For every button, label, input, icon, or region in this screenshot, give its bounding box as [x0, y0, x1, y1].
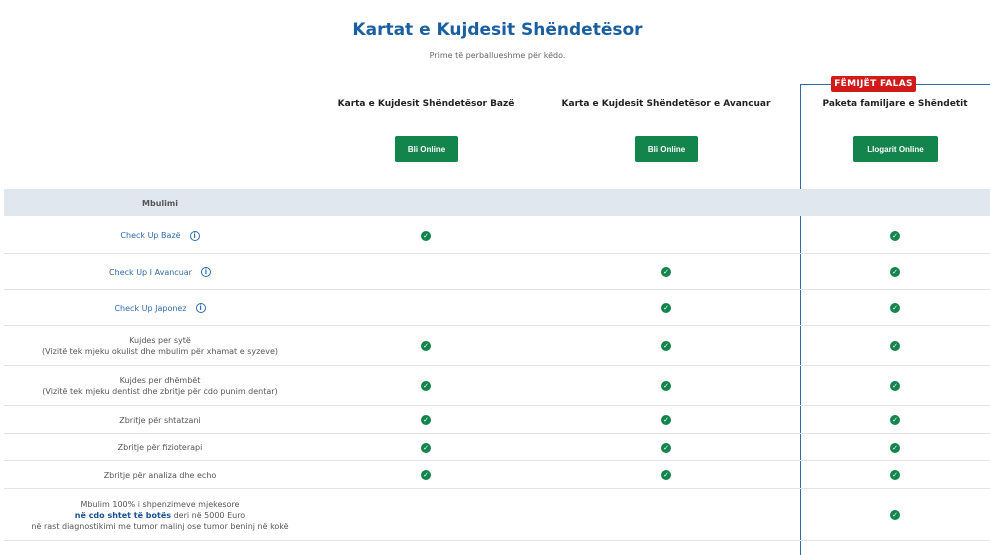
feature-label: Zbritje për shtatzani — [0, 415, 320, 426]
check-circle-icon: ✓ — [661, 415, 671, 425]
row-divider — [4, 540, 990, 541]
free-children-badge: FËMIJËT FALAS — [831, 76, 916, 92]
check-circle-icon: ✓ — [890, 510, 900, 520]
row-divider — [4, 289, 990, 290]
check-circle-icon: ✓ — [661, 470, 671, 480]
buy-online-basic-button[interactable]: Bli Online — [395, 136, 458, 162]
check-circle-icon: ✓ — [421, 230, 431, 241]
feature-name: Kujdes per sytë — [129, 336, 191, 345]
feature-name: Zbritje për shtatzani — [119, 415, 201, 425]
check-circle-icon: ✓ — [421, 415, 431, 425]
feature-name: Check Up Japonez — [114, 303, 187, 313]
feature-description: (Vizitë tek mjeku dentist dhe zbritje pë… — [42, 387, 278, 396]
buy-online-advanced-button[interactable]: Bli Online — [635, 136, 698, 162]
page-title: Kartat e Kujdesit Shëndetësor — [352, 20, 643, 40]
check-circle-icon: ✓ — [421, 381, 431, 391]
check-circle-icon: ✓ — [890, 267, 900, 277]
check-circle-icon: ✓ — [890, 303, 900, 313]
feature-label: Mbulim 100% i shpenzimeve mjekesore në cd… — [0, 499, 320, 532]
feature-label[interactable]: Check Up I Avancuar i — [0, 267, 320, 278]
plan-name-basic: Karta e Kujdesit Shëndetësor Bazë — [337, 99, 515, 109]
check-circle-icon: ✓ — [890, 415, 900, 425]
check-circle-icon: ✓ — [421, 470, 431, 480]
feature-label: Kujdes per dhëmbët (Vizitë tek mjeku dent… — [0, 375, 320, 397]
feature-description: në rast diagnostikimi me tumor malinj os… — [31, 521, 289, 531]
feature-label: Kujdes per sytë (Vizitë tek mjeku okulist… — [0, 335, 320, 357]
feature-label[interactable]: Check Up Bazë i — [0, 230, 320, 241]
info-icon[interactable]: i — [189, 230, 200, 241]
plan-name-family: Paketa familjare e Shëndetit — [822, 99, 968, 109]
feature-label[interactable]: Check Up Japonez i — [0, 303, 320, 314]
check-circle-icon: ✓ — [661, 381, 671, 391]
calculate-online-family-button[interactable]: Llogarit Online — [853, 136, 938, 162]
check-circle-icon: ✓ — [421, 341, 431, 351]
feature-label: Zbritje për fizioterapi — [0, 442, 320, 453]
check-circle-icon: ✓ — [890, 341, 900, 351]
row-divider — [4, 460, 990, 461]
check-circle-icon: ✓ — [661, 303, 671, 313]
check-circle-icon: ✓ — [661, 442, 671, 453]
page-subtitle: Prime të perballueshme për këdo. — [429, 51, 566, 60]
check-circle-icon: ✓ — [890, 442, 900, 453]
feature-name: Kujdes per dhëmbët — [119, 376, 201, 385]
check-circle-icon: ✓ — [661, 341, 671, 351]
row-divider — [4, 253, 990, 254]
feature-label: Zbritje për analiza dhe echo — [0, 470, 320, 481]
plan-name-advanced: Karta e Kujdesit Shëndetësor e Avancuar — [561, 99, 771, 109]
feature-name: Check Up Bazë — [120, 231, 181, 240]
row-divider — [4, 325, 990, 326]
feature-name: Zbritje për fizioterapi — [117, 443, 203, 452]
check-circle-icon: ✓ — [890, 470, 900, 480]
info-icon[interactable]: i — [200, 267, 211, 277]
feature-emphasis-tail: deri në 5000 Euro — [171, 510, 246, 520]
feature-name: Check Up I Avancuar — [109, 267, 192, 277]
row-divider — [4, 488, 990, 489]
check-circle-icon: ✓ — [421, 442, 431, 453]
feature-name: Mbulim 100% i shpenzimeve mjekesore — [80, 499, 240, 509]
feature-emphasis: në cdo shtet të botës — [74, 510, 172, 520]
row-divider — [4, 433, 990, 434]
check-circle-icon: ✓ — [890, 230, 900, 241]
row-divider — [4, 405, 990, 406]
check-circle-icon: ✓ — [661, 267, 671, 277]
feature-description: (Vizitë tek mjeku okulist dhe mbulim për… — [42, 347, 278, 356]
info-icon[interactable]: i — [195, 303, 206, 313]
feature-name: Zbritje për analiza dhe echo — [103, 470, 217, 480]
row-divider — [4, 365, 990, 366]
check-circle-icon: ✓ — [890, 381, 900, 391]
coverage-section-label: Mbulimi — [142, 199, 178, 208]
